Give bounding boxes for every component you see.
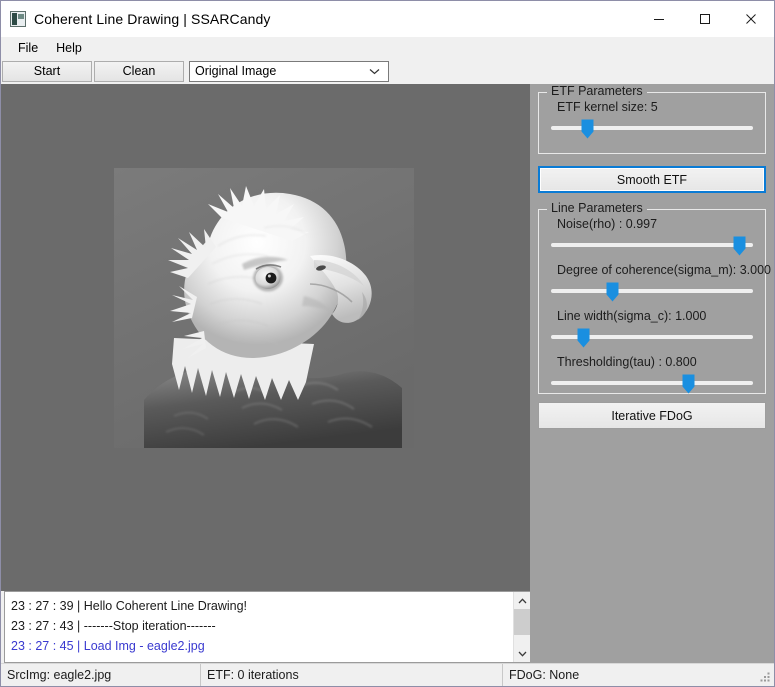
close-button[interactable] [728,1,774,36]
etf-kernel-param: ETF kernel size: 5 [539,93,765,139]
main-content: 23 : 27 : 39 | Hello Coherent Line Drawi… [1,84,774,663]
parameters-panel: ETF Parameters ETF kernel size: 5 Smooth… [530,84,774,663]
noise-slider[interactable] [551,234,753,256]
menu-item-help[interactable]: Help [47,39,91,57]
line-width-param: Line width(sigma_c): 1.000 [539,302,765,348]
threshold-param: Thresholding(tau) : 0.800 [539,348,765,394]
chevron-down-icon [518,651,526,657]
image-app-icon [10,10,26,27]
view-mode-value: Original Image [195,64,277,78]
log-line: 23 : 27 : 39 | Hello Coherent Line Drawi… [11,599,248,613]
etf-kernel-slider[interactable] [551,117,753,139]
status-fdog: FDoG: None [509,668,580,682]
log-line[interactable]: 23 : 27 : 45 | Load Img - eagle2.jpg [11,636,513,656]
slider-thumb[interactable] [577,328,590,348]
line-width-slider[interactable] [551,326,753,348]
clean-button[interactable]: Clean [94,60,184,82]
smooth-etf-label: Smooth ETF [616,172,688,187]
log-scrollbar[interactable] [513,592,531,662]
slider-thumb[interactable] [733,236,746,256]
minimize-icon [654,18,664,20]
view-mode-select[interactable]: Original Image [189,60,389,82]
threshold-label: Thresholding(tau) : 0.800 [557,355,697,369]
log-panel: 23 : 27 : 39 | Hello Coherent Line Drawi… [4,591,531,663]
etf-parameters-group: ETF Parameters ETF kernel size: 5 [538,84,766,154]
minimize-button[interactable] [636,1,682,36]
line-group-title: Line Parameters [547,201,647,215]
maximize-icon [700,13,710,24]
chevron-up-icon [518,597,526,603]
scroll-thumb[interactable] [513,609,531,635]
scroll-track[interactable] [513,609,531,645]
slider-thumb[interactable] [581,119,594,139]
start-button[interactable]: Start [2,60,92,82]
slider-track [551,243,753,247]
title-bar: Coherent Line Drawing | SSARCandy [1,1,774,37]
noise-param: Noise(rho) : 0.997 [539,210,765,256]
app-window: Coherent Line Drawing | SSARCandy File H… [0,0,775,687]
line-parameters-group: Line Parameters Noise(rho) : 0.997 Degre… [538,201,772,394]
status-src-image: SrcImg: eagle2.jpg [1,664,201,686]
menu-bar: File Help [1,37,774,58]
maximize-button[interactable] [682,1,728,36]
scroll-up-button[interactable] [513,592,531,609]
scroll-down-button[interactable] [513,645,531,662]
coherence-param: Degree of coherence(sigma_m): 3.000 [539,256,772,302]
slider-track [551,289,753,293]
resize-grip-icon[interactable] [759,671,771,683]
iterative-fdog-button[interactable]: Iterative FDoG [538,402,766,429]
window-controls [636,1,774,36]
smooth-etf-button[interactable]: Smooth ETF [538,166,766,193]
line-width-label: Line width(sigma_c): 1.000 [557,309,707,323]
window-title: Coherent Line Drawing | SSARCandy [34,10,271,27]
coherence-label: Degree of coherence(sigma_m): 3.000 [557,263,772,277]
threshold-slider[interactable] [551,372,753,394]
etf-group-title: ETF Parameters [547,84,647,98]
status-etf: ETF: 0 iterations [201,664,503,686]
chevron-down-icon [369,68,380,75]
log-text-area[interactable]: 23 : 27 : 39 | Hello Coherent Line Drawi… [5,592,513,662]
slider-thumb[interactable] [606,282,619,302]
iterative-fdog-label: Iterative FDoG [611,408,693,423]
coherence-slider[interactable] [551,280,753,302]
toolbar: Start Clean Original Image [1,58,774,84]
slider-track [551,381,753,385]
menu-item-file[interactable]: File [9,39,47,57]
slider-thumb[interactable] [682,374,695,394]
eagle-photo [114,167,414,448]
left-column: 23 : 27 : 39 | Hello Coherent Line Drawi… [1,84,531,663]
close-icon [746,13,756,24]
log-line: 23 : 27 : 43 | -------Stop iteration----… [11,619,216,633]
status-bar: SrcImg: eagle2.jpg ETF: 0 iterations FDo… [1,663,774,686]
image-canvas[interactable] [1,84,530,591]
